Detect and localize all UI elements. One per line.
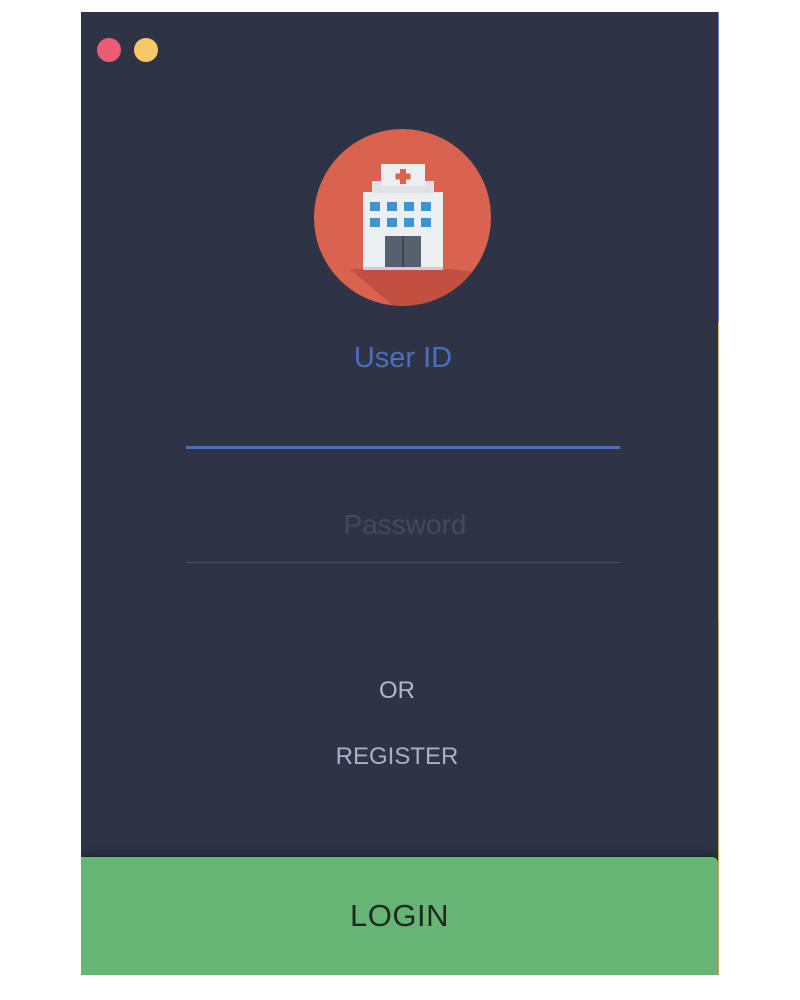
- login-button[interactable]: LOGIN: [81, 857, 718, 975]
- password-field: [186, 497, 624, 567]
- hospital-building-icon: [314, 129, 491, 306]
- user-id-field: User ID: [186, 332, 624, 452]
- user-id-input[interactable]: [186, 394, 624, 442]
- user-id-underline: [186, 446, 620, 449]
- password-underline: [186, 562, 620, 563]
- window-controls: [97, 38, 158, 62]
- minimize-window-button[interactable]: [134, 38, 158, 62]
- close-window-button[interactable]: [97, 38, 121, 62]
- or-separator: OR: [379, 677, 415, 704]
- user-id-label: User ID: [353, 342, 453, 374]
- login-window: User ID OR REGISTER LOGIN: [81, 12, 718, 975]
- register-link[interactable]: REGISTER: [81, 743, 713, 771]
- password-input[interactable]: [186, 501, 624, 549]
